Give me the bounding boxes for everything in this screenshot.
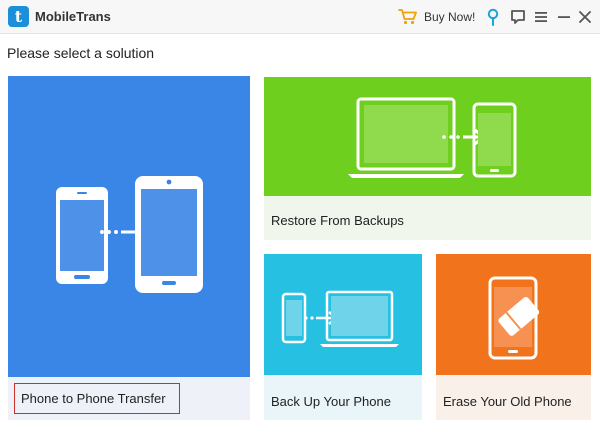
phone-to-laptop-icon (281, 290, 399, 347)
cart-icon[interactable] (398, 8, 418, 26)
laptop-to-phone-icon (348, 97, 517, 178)
restore-art (264, 77, 591, 196)
app-logo-icon: t (8, 6, 29, 27)
close-icon[interactable] (579, 11, 591, 23)
app-title: MobileTrans (35, 9, 111, 24)
backup-art (264, 254, 422, 375)
pin-icon[interactable] (486, 8, 500, 26)
phone-to-phone-label-bar: Phone to Phone Transfer (8, 377, 250, 420)
restore-from-backups-card[interactable]: Restore From Backups (264, 77, 591, 240)
minimize-icon[interactable] (558, 11, 570, 23)
back-up-your-phone-card[interactable]: Back Up Your Phone (264, 254, 422, 420)
phone-to-phone-label: Phone to Phone Transfer (21, 391, 166, 406)
title-bar: t MobileTrans Buy Now! (0, 0, 600, 34)
phone-to-phone-art (8, 76, 250, 377)
phone-eraser-icon (488, 276, 540, 360)
backup-label: Back Up Your Phone (271, 394, 391, 409)
buy-now-link[interactable]: Buy Now! (424, 10, 475, 24)
chat-icon[interactable] (510, 9, 526, 25)
erase-your-old-phone-card[interactable]: Erase Your Old Phone (436, 254, 591, 420)
erase-art (436, 254, 591, 375)
restore-label: Restore From Backups (271, 213, 404, 228)
phone-transfer-icon (56, 176, 203, 293)
erase-label: Erase Your Old Phone (443, 394, 572, 409)
menu-icon[interactable] (535, 11, 547, 23)
phone-to-phone-transfer-card[interactable]: Phone to Phone Transfer (8, 76, 250, 420)
page-subtitle: Please select a solution (7, 45, 155, 61)
